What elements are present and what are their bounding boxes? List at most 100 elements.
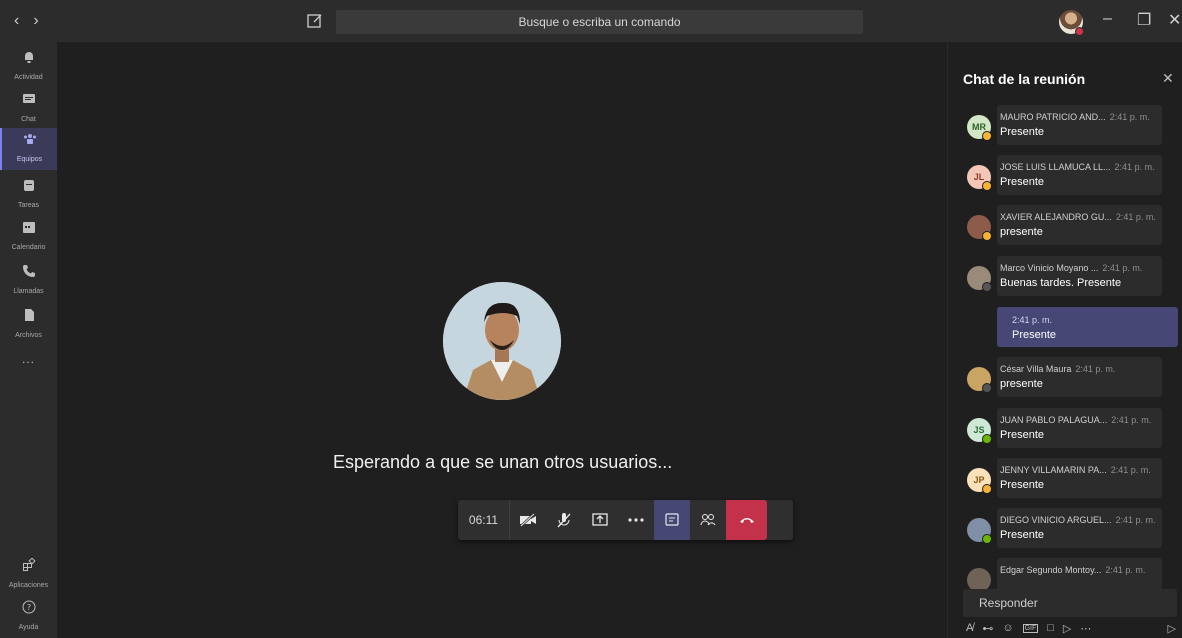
compose-icon[interactable] (306, 12, 324, 30)
presence-badge-icon (982, 434, 992, 444)
rail-item-chat[interactable]: Chat (0, 88, 57, 130)
rail-item-archivos[interactable]: Archivos (0, 304, 57, 346)
rail-item-label: Llamadas (13, 288, 44, 295)
message-time: 2:41 p. m. (1110, 465, 1151, 475)
message-time: 2:41 p. m. (1115, 212, 1156, 222)
compose-toolbar: A̸ ⊷ ☺ GIF □ ▷ ⋯ ▷ (966, 620, 1176, 636)
phone-icon (22, 265, 35, 277)
sender-name: JOSE LUIS LLAMUCA LL... (1000, 162, 1111, 172)
participant-photo (443, 282, 561, 400)
share-screen-button[interactable] (582, 500, 618, 540)
message-text: Presente (1012, 329, 1057, 341)
message-bubble: JUAN PABLO PALAGUA... 2:41 p. m. Presente (997, 408, 1162, 448)
camera-off-icon (520, 513, 536, 527)
message-bubble: JENNY VILLAMARIN PA... 2:41 p. m. Presente (997, 458, 1162, 498)
gif-icon[interactable]: GIF (1022, 623, 1039, 633)
camera-toggle-button[interactable] (510, 500, 546, 540)
sticker-icon[interactable]: □ (1047, 622, 1054, 634)
back-icon[interactable]: ‹ (14, 12, 19, 30)
more-apps-button[interactable]: ... (0, 352, 57, 394)
message-text: Presente (1000, 176, 1045, 188)
mic-toggle-button[interactable] (546, 500, 582, 540)
message-time: 2:41 p. m. (1109, 112, 1150, 122)
rail-item-label: Archivos (15, 332, 42, 339)
message-bubble: MAURO PATRICIO AND... 2:41 p. m. Presente (997, 105, 1162, 145)
rail-item-label: Ayuda (18, 624, 39, 631)
sender-name: César Villa Maura (1000, 364, 1072, 374)
message-bubble: Marco Vinicio Moyano ... 2:41 p. m. Buenas… (997, 256, 1162, 296)
sender-name: Marco Vinicio Moyano ... (1000, 263, 1099, 273)
search-input[interactable]: Busque o escriba un comando (336, 10, 863, 34)
teams-icon (23, 134, 36, 144)
hang-up-button[interactable] (726, 500, 767, 540)
sender-name: Edgar Segundo Montoy... (1000, 565, 1102, 575)
chat-message: JP JENNY VILLAMARIN PA... 2:41 p. m. Presen… (963, 458, 1162, 498)
emoji-icon[interactable]: ☺ (1002, 622, 1013, 634)
more-compose-icon[interactable]: ⋯ (1080, 622, 1091, 635)
sender-name: XAVIER ALEJANDRO GU... (1000, 212, 1112, 222)
message-time: 2:41 p. m. (1075, 364, 1116, 374)
rail-item-calendario[interactable]: Calendario (0, 216, 57, 258)
rail-item-label: Tareas (17, 202, 39, 209)
call-controls: 06:11 (458, 500, 793, 540)
rail-item-label: Equipos (16, 156, 43, 163)
message-text: Presente (1000, 126, 1045, 138)
message-time: 2:41 p. m. (1115, 515, 1156, 525)
chat-message: Marco Vinicio Moyano ... 2:41 p. m. Buenas… (963, 256, 1162, 296)
calendar-icon (22, 222, 35, 233)
maximize-button[interactable]: ❐ (1137, 10, 1151, 30)
nav-arrows: ‹ › (14, 12, 39, 30)
rail-item-equipos[interactable]: Equipos (0, 128, 57, 170)
presence-badge-icon (982, 534, 992, 544)
app-rail: Actividad Chat Equipos Tareas Calendario… (0, 42, 57, 638)
chat-title: Chat de la reunión (963, 71, 1086, 87)
rail-item-tareas[interactable]: Tareas (0, 174, 57, 216)
title-bar: ‹ › Busque o escriba un comando – ❐ ✕ (0, 0, 1182, 42)
rail-item-label: Actividad (14, 74, 43, 81)
rail-item-actividad[interactable]: Actividad (0, 46, 57, 88)
rail-item-label: Calendario (11, 244, 46, 251)
message-text: Presente (1000, 429, 1045, 441)
minimize-button[interactable]: – (1103, 10, 1112, 28)
rail-item-ayuda[interactable]: ? Ayuda (0, 596, 57, 638)
more-options-button[interactable] (618, 500, 654, 540)
close-window-button[interactable]: ✕ (1168, 10, 1181, 30)
chat-message: JS JUAN PABLO PALAGUA... 2:41 p. m. Present… (963, 408, 1162, 448)
presence-badge-icon (982, 484, 992, 494)
bell-icon (24, 52, 33, 63)
message-time: 2:41 p. m. (1114, 162, 1155, 172)
rail-item-label: Aplicaciones (8, 582, 49, 589)
sender-name: MAURO PATRICIO AND... (1000, 112, 1106, 122)
participant-avatar (443, 282, 561, 400)
message-bubble: DIEGO VINICIO ARGUEL... 2:41 p. m. Present… (997, 508, 1162, 548)
message-time: 2:41 p. m. (1105, 565, 1146, 575)
chat-message: JL JOSE LUIS LLAMUCA LL... 2:41 p. m. Prese… (963, 155, 1162, 195)
format-icon[interactable]: A̸ (966, 622, 973, 634)
message-text: presente (1000, 226, 1043, 238)
sender-name: JUAN PABLO PALAGUA... (1000, 415, 1108, 425)
send-icon[interactable]: ▷ (1168, 622, 1176, 635)
call-timer: 06:11 (458, 500, 510, 540)
message-bubble: César Villa Maura 2:41 p. m. presente (997, 357, 1162, 397)
show-participants-button[interactable] (690, 500, 726, 540)
presence-badge-icon (982, 181, 992, 191)
attach-icon[interactable]: ⊷ (982, 622, 993, 635)
rail-item-llamadas[interactable]: Llamadas (0, 260, 57, 302)
tasks-icon (23, 180, 34, 191)
share-screen-icon (592, 513, 608, 526)
message-text: Buenas tardes. Presente (1000, 277, 1122, 289)
message-time: 2:41 p. m. (1111, 415, 1152, 425)
reply-input[interactable]: Responder (963, 589, 1177, 617)
close-chat-button[interactable]: ✕ (1162, 70, 1174, 87)
presence-status-icon (1075, 27, 1084, 36)
show-conversation-button[interactable] (654, 500, 690, 540)
forward-icon[interactable]: › (33, 12, 38, 30)
presence-badge-icon (982, 231, 992, 241)
chat-message: César Villa Maura 2:41 p. m. presente (963, 357, 1162, 397)
presence-badge-icon (982, 131, 992, 141)
message-bubble: JOSE LUIS LLAMUCA LL... 2:41 p. m. Present… (997, 155, 1162, 195)
ellipsis-icon (628, 518, 644, 522)
conversation-icon (665, 513, 679, 526)
meet-now-icon[interactable]: ▷ (1063, 622, 1071, 635)
rail-item-aplicaciones[interactable]: Aplicaciones (0, 554, 57, 596)
